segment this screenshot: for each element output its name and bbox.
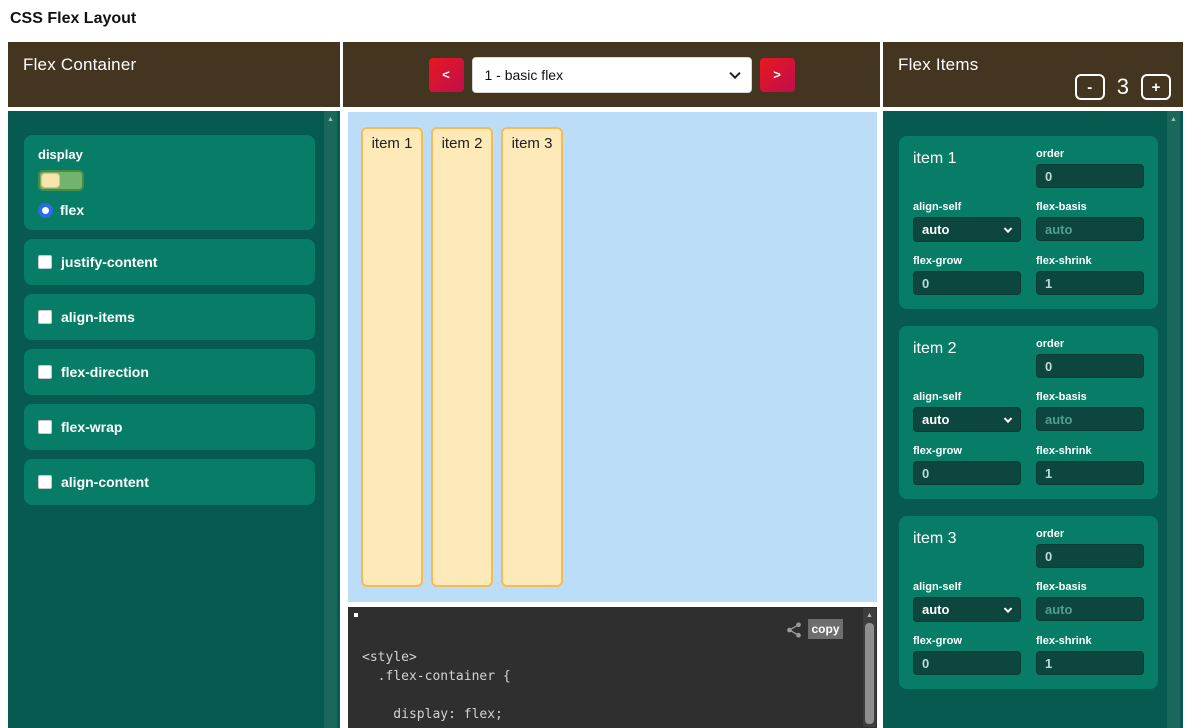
display-control-card: display flex — [24, 135, 315, 230]
align-self-select[interactable]: auto — [913, 597, 1021, 622]
flex-items-body: item 1 order align-self auto flex-basis — [883, 111, 1183, 728]
flex-container-title: Flex Container — [23, 55, 136, 75]
display-toggle[interactable] — [38, 170, 84, 191]
property-card-justify-content[interactable]: justify-content — [24, 239, 315, 285]
preview-flex-item-1: item 1 — [361, 127, 423, 587]
code-panel-dot — [354, 613, 358, 617]
share-icon[interactable] — [785, 621, 803, 639]
property-card-align-items[interactable]: align-items — [24, 294, 315, 340]
item-card-title: item 2 — [913, 338, 1021, 378]
order-label: order — [1036, 148, 1144, 160]
property-label: flex-wrap — [61, 419, 122, 435]
align-self-label: align-self — [913, 391, 1021, 403]
align-self-select[interactable]: auto — [913, 217, 1021, 242]
flex-wrap-checkbox[interactable] — [38, 420, 52, 434]
align-self-label: align-self — [913, 581, 1021, 593]
flex-direction-checkbox[interactable] — [38, 365, 52, 379]
align-self-select[interactable]: auto — [913, 407, 1021, 432]
page-title: CSS Flex Layout — [10, 10, 136, 28]
item-card-3: item 3 order align-self auto flex-basis — [899, 516, 1158, 689]
property-card-flex-wrap[interactable]: flex-wrap — [24, 404, 315, 450]
scroll-up-icon[interactable]: ▲ — [1167, 111, 1180, 123]
right-panel-scrollbar[interactable]: ▲ — [1167, 111, 1180, 728]
flex-shrink-label: flex-shrink — [1036, 445, 1144, 457]
item-card-title: item 3 — [913, 528, 1021, 568]
preview-flex-item-2: item 2 — [431, 127, 493, 587]
toggle-knob-icon — [41, 173, 60, 188]
flex-basis-input[interactable] — [1036, 217, 1144, 241]
code-panel: copy <style> .flex-container { display: … — [348, 607, 877, 728]
property-label: justify-content — [61, 254, 157, 270]
flex-preview-container: item 1 item 2 item 3 — [348, 112, 877, 602]
flex-grow-label: flex-grow — [913, 635, 1021, 647]
item-card-title: item 1 — [913, 148, 1021, 188]
flex-radio-label: flex — [60, 202, 84, 218]
order-label: order — [1036, 528, 1144, 540]
align-items-checkbox[interactable] — [38, 310, 52, 324]
item-count: 3 — [1117, 74, 1129, 100]
remove-item-button[interactable]: - — [1075, 74, 1105, 100]
flex-shrink-input[interactable] — [1036, 271, 1144, 295]
flex-grow-label: flex-grow — [913, 255, 1021, 267]
flex-shrink-label: flex-shrink — [1036, 255, 1144, 267]
flex-items-header: Flex Items - 3 + — [883, 42, 1183, 107]
flex-basis-label: flex-basis — [1036, 581, 1144, 593]
property-card-flex-direction[interactable]: flex-direction — [24, 349, 315, 395]
scroll-up-icon[interactable]: ▲ — [863, 608, 876, 619]
align-self-label: align-self — [913, 201, 1021, 213]
flex-radio[interactable] — [38, 203, 53, 218]
flex-shrink-input[interactable] — [1036, 461, 1144, 485]
preview-flex-item-3: item 3 — [501, 127, 563, 587]
flex-basis-input[interactable] — [1036, 407, 1144, 431]
flex-container-header: Flex Container — [8, 42, 340, 107]
flex-container-panel: Flex Container display flex justify-cont… — [8, 42, 340, 728]
order-input[interactable] — [1036, 354, 1144, 378]
order-label: order — [1036, 338, 1144, 350]
flex-shrink-input[interactable] — [1036, 651, 1144, 675]
property-card-align-content[interactable]: align-content — [24, 459, 315, 505]
display-label: display — [38, 147, 301, 162]
prev-example-button[interactable]: < — [429, 58, 464, 92]
flex-basis-input[interactable] — [1036, 597, 1144, 621]
flex-basis-label: flex-basis — [1036, 201, 1144, 213]
flex-grow-input[interactable] — [913, 651, 1021, 675]
flex-items-panel: Flex Items - 3 + item 1 order align-self… — [883, 42, 1183, 728]
item-card-1: item 1 order align-self auto flex-basis — [899, 136, 1158, 309]
flex-items-title: Flex Items — [898, 55, 978, 75]
flex-grow-input[interactable] — [913, 271, 1021, 295]
flex-grow-input[interactable] — [913, 461, 1021, 485]
scroll-up-icon[interactable]: ▲ — [324, 111, 337, 123]
add-item-button[interactable]: + — [1141, 74, 1171, 100]
property-label: flex-direction — [61, 364, 149, 380]
flex-grow-label: flex-grow — [913, 445, 1021, 457]
property-label: align-content — [61, 474, 149, 490]
property-label: align-items — [61, 309, 135, 325]
justify-content-checkbox[interactable] — [38, 255, 52, 269]
code-scrollbar-thumb[interactable] — [865, 623, 874, 724]
align-content-checkbox[interactable] — [38, 475, 52, 489]
flex-basis-label: flex-basis — [1036, 391, 1144, 403]
item-card-2: item 2 order align-self auto flex-basis — [899, 326, 1158, 499]
code-scrollbar[interactable]: ▲ — [863, 608, 876, 727]
example-select[interactable]: 1 - basic flex — [472, 57, 752, 93]
left-panel-scrollbar[interactable]: ▲ — [324, 111, 337, 728]
flex-shrink-label: flex-shrink — [1036, 635, 1144, 647]
order-input[interactable] — [1036, 544, 1144, 568]
next-example-button[interactable]: > — [760, 58, 795, 92]
order-input[interactable] — [1036, 164, 1144, 188]
flex-container-body: display flex justify-content align-items — [8, 111, 340, 728]
copy-button[interactable]: copy — [808, 619, 843, 639]
example-selector-bar: < 1 - basic flex > — [343, 42, 880, 107]
preview-column: < 1 - basic flex > item 1 item 2 item 3 … — [343, 42, 880, 728]
